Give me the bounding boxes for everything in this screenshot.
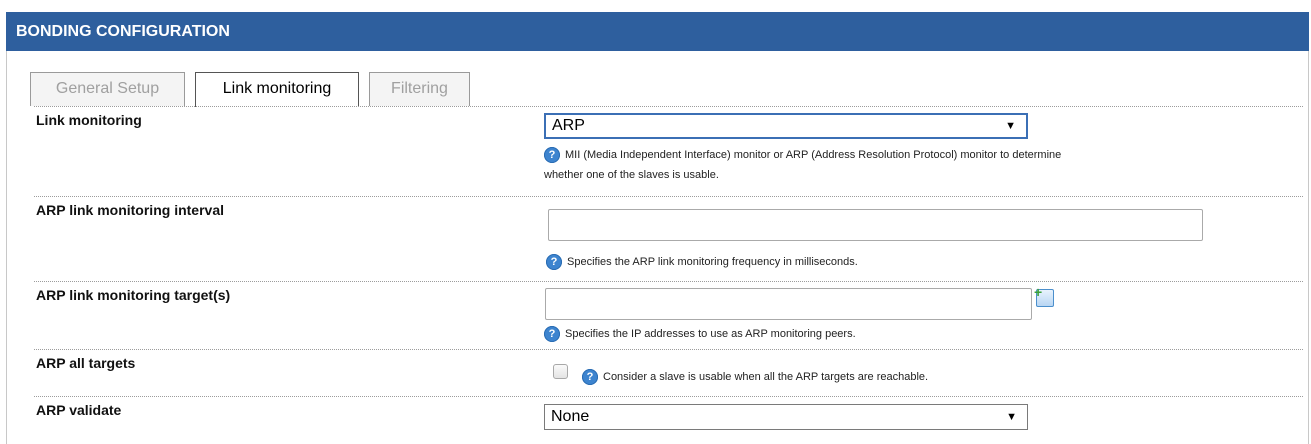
link-monitoring-select[interactable]: ARP ▼ xyxy=(544,113,1028,139)
arp-targets-input[interactable] xyxy=(545,288,1032,320)
arp-all-targets-label: ARP all targets xyxy=(36,355,136,371)
help-question-icon: ? xyxy=(546,254,562,271)
arp-all-targets-help-text: Consider a slave is usable when all the … xyxy=(603,371,929,383)
section-header: BONDING CONFIGURATION xyxy=(6,12,1309,51)
link-monitoring-value: ARP xyxy=(552,117,585,134)
arp-validate-value: None xyxy=(551,408,590,425)
arp-targets-label: ARP link monitoring target(s) xyxy=(36,287,231,303)
arp-interval-label: ARP link monitoring interval xyxy=(36,202,224,218)
bonding-configuration-panel: BONDING CONFIGURATION General Setup Link… xyxy=(0,0,1311,444)
row-link-monitoring: Link monitoring ARP ▼ ? MII (Media Indepe… xyxy=(34,106,1303,197)
link-monitoring-label: Link monitoring xyxy=(36,112,142,128)
dropdown-arrow-icon: ▼ xyxy=(1006,411,1017,423)
row-arp-validate: ARP validate None ▼ xyxy=(34,397,1303,444)
arp-validate-label: ARP validate xyxy=(36,402,122,418)
arp-interval-input[interactable] xyxy=(548,209,1203,241)
arp-all-targets-help: ? Consider a slave is usable when all the… xyxy=(582,367,928,387)
add-item-icon[interactable]: + xyxy=(1034,285,1054,307)
dropdown-arrow-icon: ▼ xyxy=(1005,120,1016,132)
arp-interval-help: ? Specifies the ARP link monitoring frequ… xyxy=(546,252,858,272)
help-question-icon: ? xyxy=(544,326,560,343)
help-question-icon: ? xyxy=(582,369,598,386)
arp-targets-help-text: Specifies the IP addresses to use as ARP… xyxy=(565,328,856,340)
tab-link-monitoring[interactable]: Link monitoring xyxy=(195,72,359,107)
row-arp-interval: ARP link monitoring interval ? Specifies … xyxy=(34,197,1303,282)
arp-interval-help-text: Specifies the ARP link monitoring freque… xyxy=(567,256,858,268)
link-monitoring-help-line2: whether one of the slaves is usable. xyxy=(544,169,719,181)
arp-all-targets-checkbox[interactable] xyxy=(553,364,568,379)
arp-targets-help: ? Specifies the IP addresses to use as AR… xyxy=(544,324,856,344)
row-arp-all-targets: ARP all targets ? Consider a slave is usa… xyxy=(34,350,1303,397)
tab-filtering[interactable]: Filtering xyxy=(369,72,470,106)
row-arp-targets: ARP link monitoring target(s) + ? Specifi… xyxy=(34,282,1303,350)
tab-general-setup[interactable]: General Setup xyxy=(30,72,185,106)
link-monitoring-help: ? MII (Media Independent Interface) monit… xyxy=(544,145,1061,185)
help-question-icon: ? xyxy=(544,147,560,164)
arp-validate-select[interactable]: None ▼ xyxy=(544,404,1028,430)
link-monitoring-help-line1: MII (Media Independent Interface) monito… xyxy=(565,149,1062,161)
